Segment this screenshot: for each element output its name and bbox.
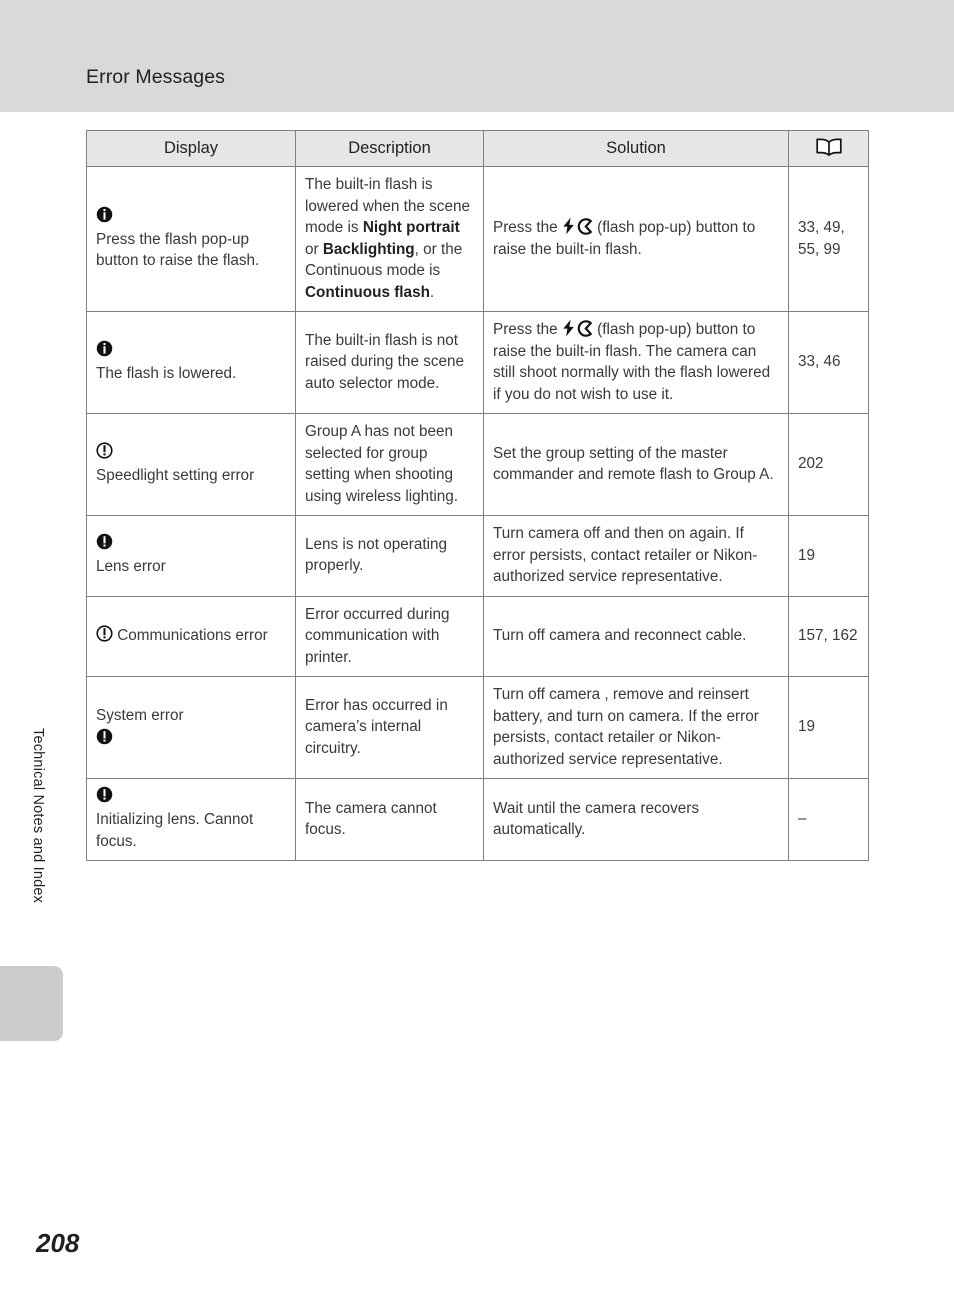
column-header-reference — [788, 130, 869, 167]
page-number: 208 — [36, 1228, 80, 1258]
display-message: Press the flash pop-up button to raise t… — [96, 230, 260, 270]
error-messages-table: Display Description Solution Press the f… — [86, 130, 869, 861]
table-row: The flash is lowered. The built-in flash … — [86, 311, 869, 414]
description-emphasis: Continuous flash — [305, 283, 430, 301]
cell-description: The camera cannot focus. — [295, 778, 484, 861]
table-row: Press the flash pop-up button to raise t… — [86, 166, 869, 312]
display-message: Speedlight setting error — [96, 466, 255, 484]
cell-display: Speedlight setting error — [86, 413, 296, 516]
solution-text: Turn off camera and reconnect cable. — [493, 627, 747, 644]
solution-text: Set the group setting of the master comm… — [493, 444, 774, 484]
cell-display: Initializing lens. Cannot focus. — [86, 778, 296, 861]
cell-display: The flash is lowered. — [86, 311, 296, 414]
warning-outline-icon — [96, 625, 113, 642]
cell-solution: Set the group setting of the master comm… — [483, 413, 789, 516]
flash-bolt-icon — [562, 319, 575, 337]
cell-solution: Press the (flash pop-up) button to raise… — [483, 311, 789, 414]
display-icon-wrap — [96, 533, 286, 554]
cell-description: Group A has not been selected for group … — [295, 413, 484, 516]
description-emphasis: Backlighting — [322, 240, 415, 258]
book-icon — [815, 138, 842, 156]
cell-display: System error — [86, 676, 296, 779]
description-text: Lens is not operating properly. — [305, 535, 448, 575]
table-row: Communications error Error occurred durin… — [86, 595, 869, 677]
description-emphasis: Night portrait — [362, 219, 460, 236]
page-title: Error Messages — [86, 66, 226, 88]
display-message: Lens error — [96, 558, 166, 575]
flash-popup-icon — [576, 320, 593, 337]
cell-display: Press the flash pop-up button to raise t… — [86, 166, 296, 312]
table-row: System error Error has occurred in camer… — [86, 676, 869, 779]
display-icon-wrap — [96, 340, 286, 361]
warning-filled-icon — [96, 533, 113, 550]
table-body: Press the flash pop-up button to raise t… — [86, 166, 869, 861]
chapter-label: Technical Notes and Index — [30, 728, 46, 904]
info-filled-icon — [96, 206, 113, 223]
column-header-description: Description — [295, 130, 484, 167]
info-filled-icon — [96, 340, 113, 357]
cell-description: Error occurred during communication with… — [295, 595, 484, 677]
flash-bolt-icon — [562, 217, 575, 235]
solution-text: Turn camera off and then on again. If er… — [493, 525, 758, 585]
table-row: Speedlight setting error Group A has not … — [86, 413, 869, 516]
cell-description: The built-in flash is not raised during … — [295, 311, 484, 414]
page-header-band — [0, 0, 954, 112]
display-message: The flash is lowered. — [96, 364, 237, 382]
description-text: The built-in flash is not raised during … — [305, 331, 465, 392]
cell-solution: Turn off camera , remove and reinsert ba… — [483, 676, 789, 779]
column-header-solution: Solution — [483, 130, 789, 167]
solution-text: Press the — [493, 219, 562, 236]
cell-display: Communications error — [86, 595, 296, 677]
cell-solution: Wait until the camera recovers automatic… — [483, 778, 789, 861]
cell-reference: 33, 46 — [788, 311, 869, 414]
solution-text: Turn off camera , remove and reinsert ba… — [493, 686, 759, 768]
description-text: or — [305, 240, 323, 258]
cell-solution: Turn off camera and reconnect cable. — [483, 595, 789, 677]
display-icon-wrap — [96, 442, 286, 463]
display-message: System error — [96, 707, 184, 725]
column-header-display: Display — [86, 130, 296, 167]
cell-description: The built-in flash is lowered when the s… — [295, 166, 484, 312]
cell-reference: 33, 49, 55, 99 — [788, 166, 869, 312]
solution-text: Wait until the camera recovers automatic… — [493, 799, 700, 839]
warning-outline-icon — [96, 442, 113, 459]
description-text: The camera cannot focus. — [305, 799, 437, 839]
cell-reference: 157, 162 — [788, 595, 869, 677]
table-row: Lens error Lens is not operating properly… — [86, 515, 869, 597]
cell-reference: – — [788, 778, 869, 861]
cell-solution: Turn camera off and then on again. If er… — [483, 515, 789, 597]
solution-text: Press the — [493, 321, 562, 338]
cell-reference: 19 — [788, 676, 869, 779]
description-text: . — [429, 283, 435, 301]
display-icon-wrap — [96, 786, 286, 807]
cell-description: Lens is not operating properly. — [295, 515, 484, 597]
display-icon-wrap — [96, 206, 286, 227]
display-icon-wrap — [96, 625, 113, 644]
warning-filled-icon — [96, 728, 113, 745]
flash-popup-icon — [576, 218, 593, 235]
cell-description: Error has occurred in camera’s internal … — [295, 676, 484, 779]
display-message: Initializing lens. Cannot focus. — [96, 811, 254, 850]
cell-display: Lens error — [86, 515, 296, 597]
description-text: Group A has not been selected for group … — [305, 423, 459, 505]
warning-filled-icon — [96, 786, 113, 803]
cell-reference: 19 — [788, 515, 869, 597]
description-text: Error has occurred in camera’s internal … — [305, 696, 448, 757]
chapter-tab-marker — [0, 966, 63, 1041]
display-icon-wrap — [96, 728, 286, 749]
description-text: Error occurred during communication with… — [305, 605, 450, 666]
table-header-row: Display Description Solution — [86, 130, 869, 167]
cell-solution: Press the (flash pop-up) button to raise… — [483, 166, 789, 312]
cell-reference: 202 — [788, 413, 869, 516]
table-row: Initializing lens. Cannot focus. The came… — [86, 778, 869, 861]
